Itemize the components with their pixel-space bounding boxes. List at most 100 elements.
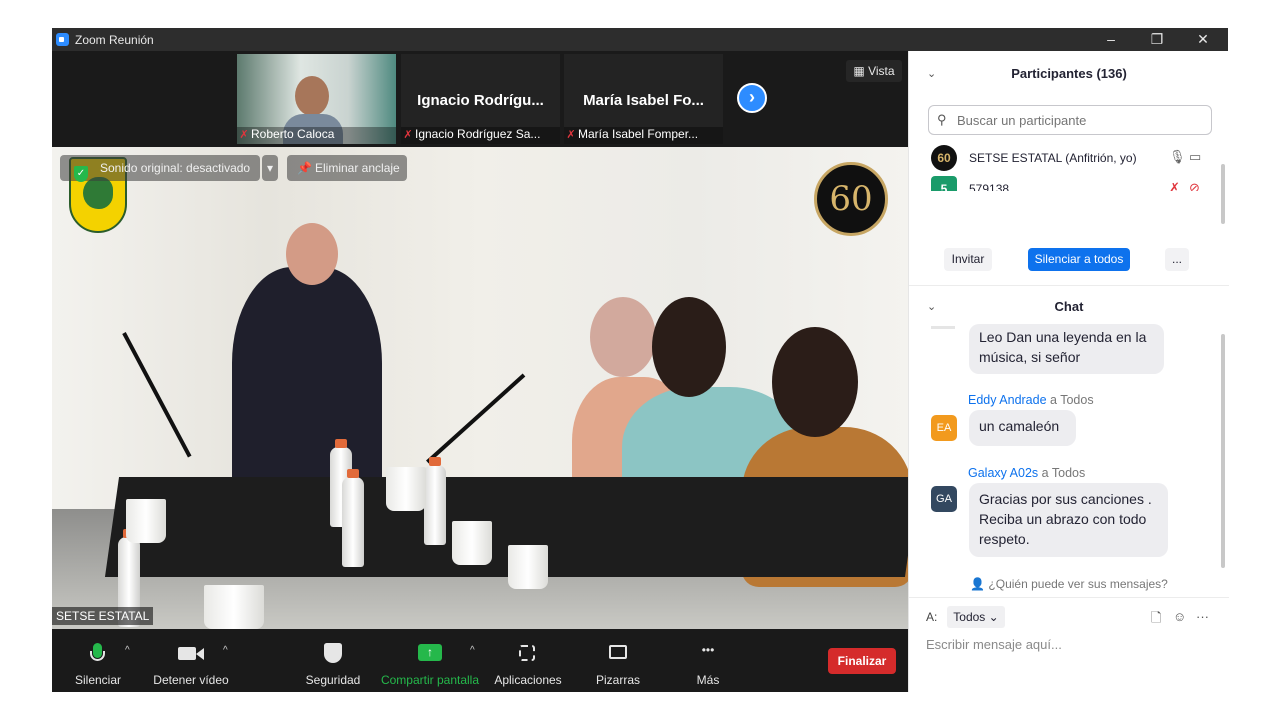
panel-divider bbox=[909, 285, 1229, 286]
seated-head-3 bbox=[772, 327, 858, 437]
restore-button[interactable]: ❐ bbox=[1134, 28, 1180, 51]
muted-mic-icon[interactable]: ✗ bbox=[1169, 180, 1180, 191]
collapse-chevron-icon[interactable]: ⌄ bbox=[927, 290, 936, 324]
more-button[interactable]: ••• Más bbox=[680, 629, 736, 692]
security-button[interactable]: Seguridad bbox=[302, 629, 364, 692]
microphone-icon[interactable]: 🎙 bbox=[1169, 149, 1186, 165]
more-dots-icon: ••• bbox=[701, 643, 715, 657]
apps-button[interactable]: Aplicaciones bbox=[492, 629, 564, 692]
video-area: ✗ Roberto Caloca Ignacio Rodrígu... ✗ Igna… bbox=[52, 51, 908, 692]
share-options-caret[interactable]: ^ bbox=[470, 645, 475, 656]
mute-all-button[interactable]: Silenciar a todos bbox=[1028, 248, 1130, 271]
speaker-head bbox=[286, 223, 338, 285]
participant-name: 579138 bbox=[969, 182, 1010, 191]
main-video: 60 ✓ Sonido original: desactivado ▾ 📌 El… bbox=[52, 147, 908, 629]
collapse-chevron-icon[interactable]: ⌄ bbox=[927, 57, 936, 91]
chat-avatar: GA bbox=[931, 486, 957, 512]
paper-cup bbox=[126, 499, 166, 543]
muted-mic-icon: ✗ bbox=[403, 129, 413, 141]
view-button[interactable]: ▦ Vista bbox=[846, 60, 902, 82]
invite-button[interactable]: Invitar bbox=[944, 248, 992, 271]
speaker-figure bbox=[232, 267, 382, 507]
chat-divider bbox=[909, 597, 1229, 598]
table-mic bbox=[426, 373, 526, 464]
window-title: Zoom Reunión bbox=[75, 33, 154, 47]
participant-avatar: 60 bbox=[931, 145, 957, 171]
chat-message: un camaleón bbox=[969, 410, 1076, 446]
emoji-icon[interactable]: ☺ bbox=[1173, 609, 1186, 624]
side-panel: ⌄ Participantes (136) ⚲ 60 SETSE ESTATAL… bbox=[908, 51, 1229, 692]
recipient-dropdown[interactable]: Todos ⌄ bbox=[947, 606, 1005, 628]
thumbnail-caption: ✗ Roberto Caloca bbox=[237, 127, 396, 144]
water-bottle bbox=[424, 457, 446, 545]
participant-avatar: 5 bbox=[931, 176, 957, 191]
search-icon: ⚲ bbox=[937, 112, 947, 127]
paper-cup bbox=[508, 545, 548, 589]
thumbnail-roberto[interactable]: ✗ Roberto Caloca bbox=[237, 54, 396, 144]
person-lock-icon: 👤 bbox=[970, 577, 989, 591]
meeting-toolbar: Silenciar ^ Detener vídeo ^ Seguridad ↑ bbox=[52, 629, 908, 692]
chat-avatar-fragment bbox=[931, 326, 955, 329]
who-can-see-link[interactable]: 👤 ¿Quién puede ver sus mensajes? bbox=[909, 577, 1229, 591]
next-page-button[interactable]: › bbox=[737, 83, 767, 113]
chat-header: ⌄ Chat bbox=[909, 290, 1229, 324]
participant-row[interactable]: 5 579138 ✗ ⊘ bbox=[929, 173, 1219, 191]
participant-search[interactable]: ⚲ bbox=[928, 105, 1212, 135]
chat-sender: Galaxy A02s a Todos bbox=[968, 466, 1086, 480]
thumbnail-maria[interactable]: María Isabel Fo... ✗ María Isabel Fomper.… bbox=[564, 54, 723, 144]
participants-more-button[interactable]: ... bbox=[1165, 248, 1189, 271]
seated-head-2 bbox=[652, 297, 726, 397]
conference-table bbox=[104, 477, 908, 577]
participant-row[interactable]: 60 SETSE ESTATAL (Anfitrión, yo) 🎙 ▭ bbox=[929, 142, 1219, 172]
chat-message: Leo Dan una leyenda en la música, si señ… bbox=[969, 324, 1164, 374]
chevron-down-icon: ⌄ bbox=[988, 610, 999, 624]
original-sound-button[interactable]: ✓ Sonido original: desactivado bbox=[60, 155, 260, 182]
share-screen-button[interactable]: ↑ Compartir pantalla bbox=[378, 629, 482, 692]
participants-scrollbar[interactable] bbox=[1221, 164, 1225, 224]
mute-button[interactable]: Silenciar bbox=[66, 629, 130, 692]
participant-search-input[interactable] bbox=[955, 112, 1209, 129]
mute-options-caret[interactable]: ^ bbox=[125, 645, 130, 656]
thumbnail-name: Ignacio Rodrígu... bbox=[417, 92, 544, 109]
close-button[interactable]: ✕ bbox=[1180, 28, 1226, 51]
apps-icon bbox=[492, 643, 564, 665]
thumbnail-name: María Isabel Fo... bbox=[583, 92, 704, 109]
camera-icon[interactable]: ▭ bbox=[1189, 149, 1201, 165]
file-icon[interactable]: 🗋 bbox=[1151, 609, 1161, 631]
seated-head-1 bbox=[590, 297, 656, 377]
chat-avatar: EA bbox=[931, 415, 957, 441]
minimize-button[interactable]: – bbox=[1088, 28, 1134, 51]
thumbnail-caption: ✗ Ignacio Rodríguez Sa... bbox=[401, 127, 560, 144]
stop-video-button[interactable]: Detener vídeo bbox=[148, 629, 234, 692]
thumbnail-caption: ✗ María Isabel Fomper... bbox=[564, 127, 723, 144]
whiteboards-button[interactable]: Pizarras bbox=[590, 629, 646, 692]
chat-scrollbar[interactable] bbox=[1221, 334, 1225, 568]
chat-sender: Eddy Andrade a Todos bbox=[968, 393, 1094, 407]
chevron-down-icon[interactable]: ▾ bbox=[262, 155, 278, 181]
video-off-icon[interactable]: ⊘ bbox=[1189, 180, 1200, 191]
shield-icon bbox=[302, 643, 364, 665]
chat-message: Gracias por sus canciones . Reciba un ab… bbox=[969, 483, 1168, 557]
pin-icon: 📌 bbox=[297, 161, 312, 175]
muted-mic-icon: ✗ bbox=[239, 129, 249, 141]
to-label: A: bbox=[926, 610, 938, 624]
paper-cup bbox=[386, 467, 426, 511]
share-arrow-icon: ↑ bbox=[378, 643, 482, 665]
zoom-window: Zoom Reunión – ❐ ✕ ✗ Roberto Caloca Ignac… bbox=[52, 28, 1229, 692]
microphone-icon bbox=[66, 643, 130, 665]
participant-name: SETSE ESTATAL (Anfitrión, yo) bbox=[969, 151, 1137, 165]
muted-mic-icon: ✗ bbox=[566, 129, 576, 141]
participant-face bbox=[295, 76, 329, 116]
thumbnail-strip: ✗ Roberto Caloca Ignacio Rodrígu... ✗ Igna… bbox=[52, 51, 908, 147]
chat-compose-input[interactable]: Escribir mensaje aquí... bbox=[926, 637, 1062, 652]
speaker-name-label: SETSE ESTATAL bbox=[52, 607, 154, 625]
chat-more-icon[interactable]: ··· bbox=[1196, 609, 1209, 624]
unpin-button[interactable]: 📌 Eliminar anclaje bbox=[287, 155, 407, 181]
anniversary-logo: 60 bbox=[814, 162, 888, 236]
grid-icon: ▦ bbox=[853, 64, 869, 78]
water-bottle bbox=[342, 469, 364, 567]
end-meeting-button[interactable]: Finalizar bbox=[828, 648, 896, 674]
video-options-caret[interactable]: ^ bbox=[223, 645, 228, 656]
camera-icon bbox=[148, 643, 234, 665]
thumbnail-ignacio[interactable]: Ignacio Rodrígu... ✗ Ignacio Rodríguez Sa… bbox=[401, 54, 560, 144]
